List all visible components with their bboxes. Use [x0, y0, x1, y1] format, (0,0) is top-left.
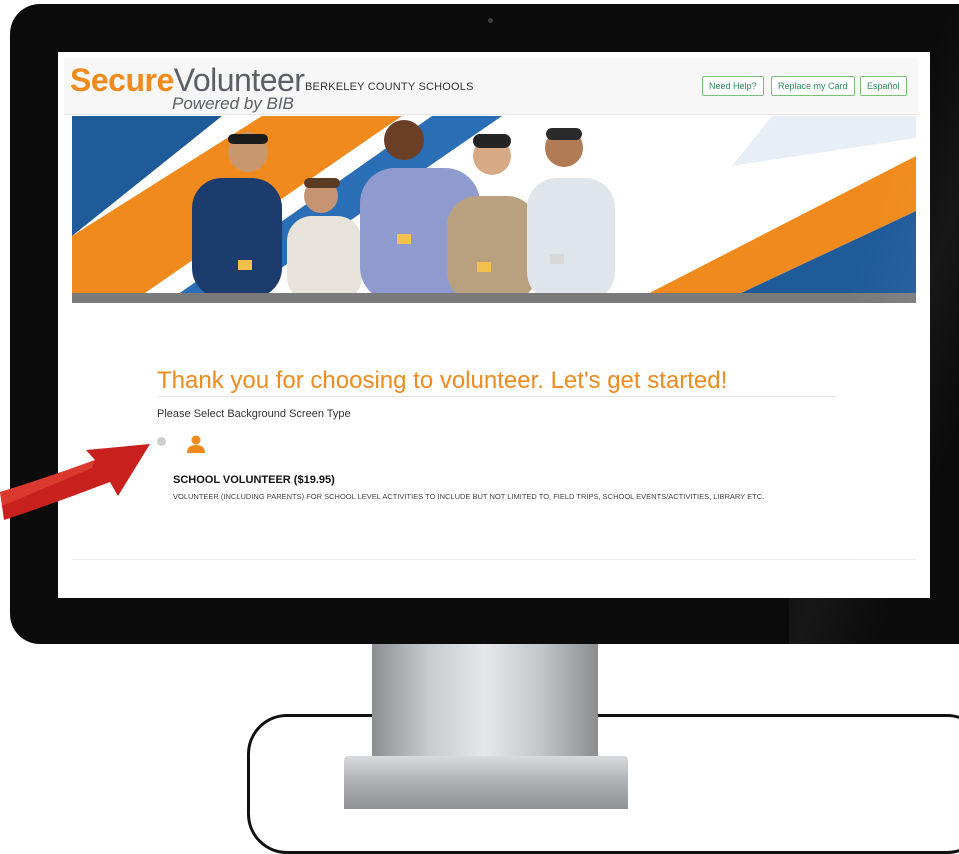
replace-card-button[interactable]: Replace my Card	[771, 76, 855, 96]
need-help-button[interactable]: Need Help?	[702, 76, 764, 96]
language-button[interactable]: Español	[860, 76, 907, 96]
option-title[interactable]: SCHOOL VOLUNTEER ($19.95)	[173, 474, 335, 486]
logo-secure-text: Secure	[70, 62, 174, 98]
webcam-dot	[488, 18, 493, 23]
red-pointer-arrow-icon	[0, 444, 150, 520]
school-volunteer-radio[interactable]	[157, 437, 166, 446]
section-subtitle: Please Select Background Screen Type	[157, 408, 351, 420]
monitor-frame: SecureVolunteer Powered by BIB BERKELEY …	[10, 4, 959, 644]
district-name: BERKELEY COUNTY SCHOOLS	[305, 81, 474, 93]
browser-screen: SecureVolunteer Powered by BIB BERKELEY …	[58, 52, 930, 598]
content-divider	[72, 559, 916, 560]
hero-banner	[72, 116, 916, 302]
monitor-stand-neck	[372, 644, 598, 756]
person-icon	[186, 434, 206, 459]
securevolunteer-logo[interactable]: SecureVolunteer Powered by BIB	[70, 62, 305, 113]
title-underline	[157, 396, 837, 397]
banner-divider	[72, 293, 916, 303]
monitor-stand-base	[344, 756, 628, 809]
logo-powered-by: Powered by BIB	[172, 94, 294, 113]
page-title: Thank you for choosing to volunteer. Let…	[157, 367, 728, 394]
option-description: VOLUNTEER (INCLUDING PARENTS) FOR SCHOOL…	[173, 492, 765, 501]
banner-graphic	[72, 116, 916, 302]
volunteers-photo	[192, 120, 615, 302]
logo-volunteer-text: Volunteer	[173, 62, 305, 98]
site-header: SecureVolunteer Powered by BIB BERKELEY …	[64, 58, 918, 115]
